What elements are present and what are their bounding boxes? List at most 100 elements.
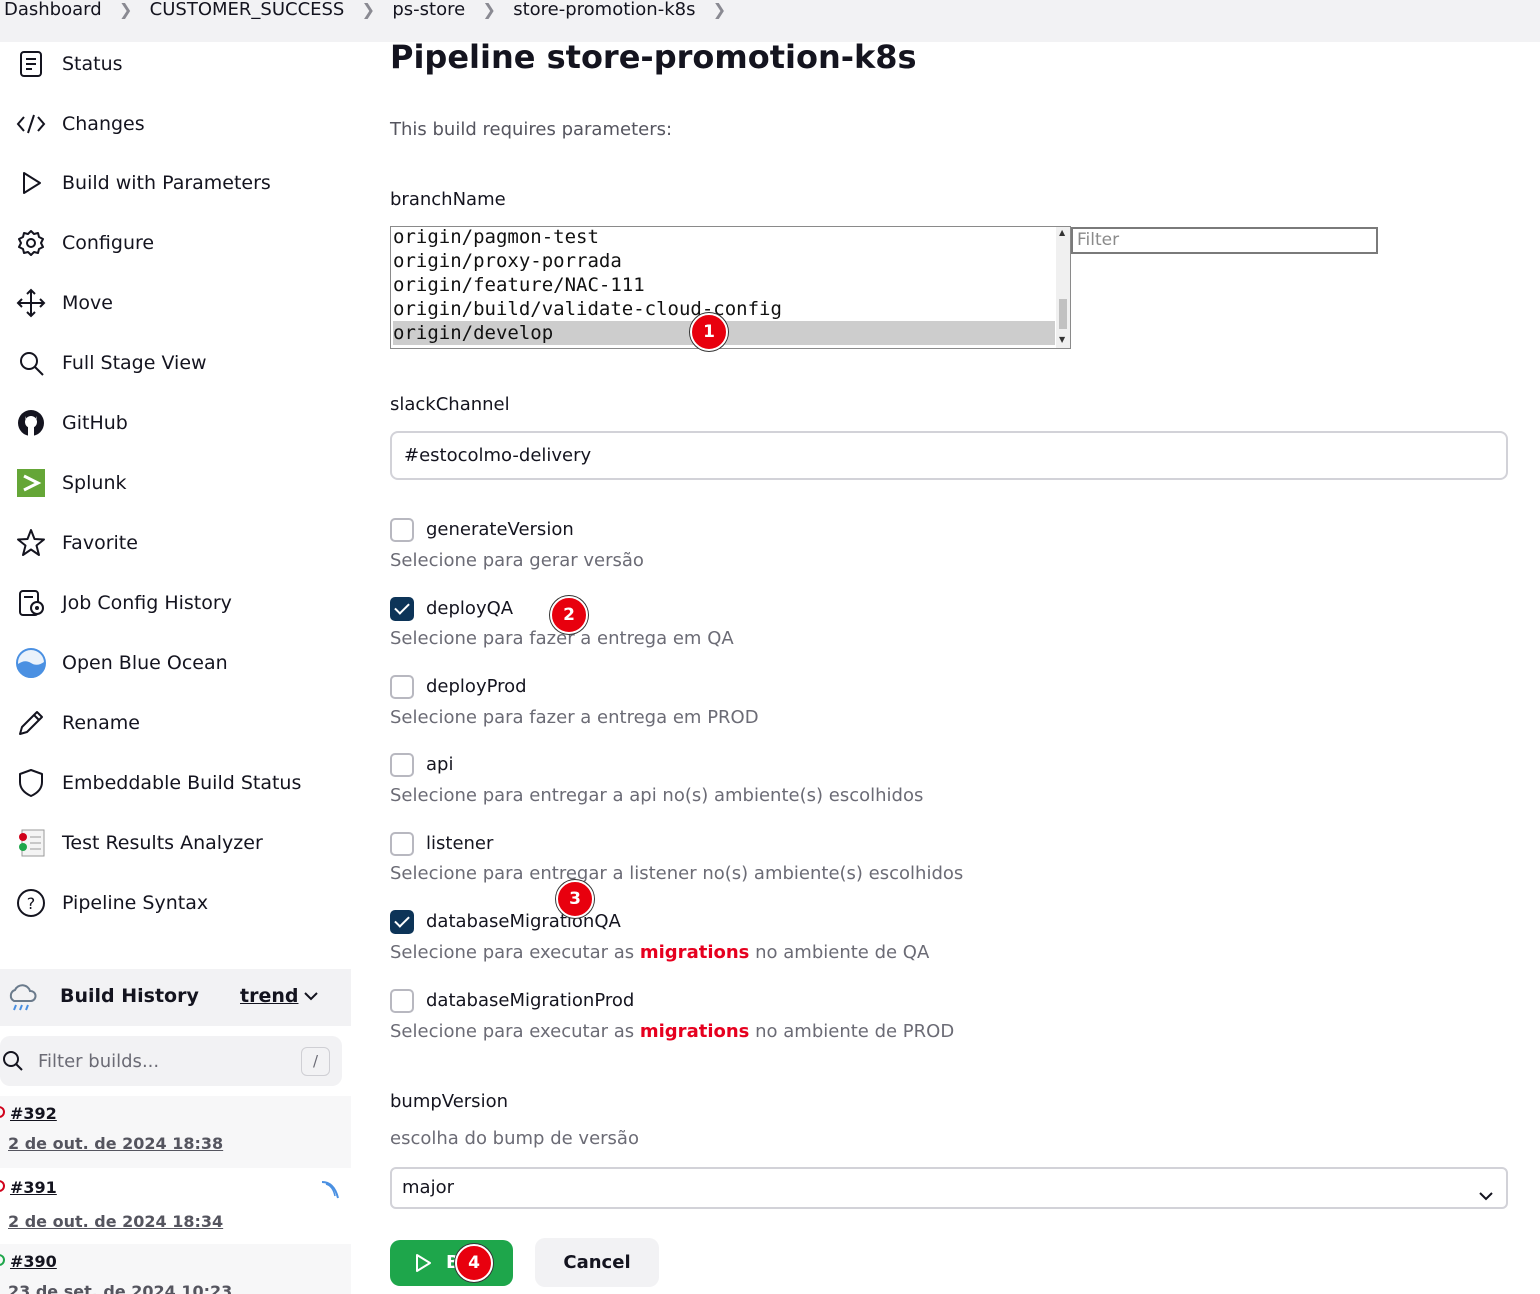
annotation-marker-1: 1 [690,313,728,351]
sidebar-item-label: Status [62,53,123,75]
search-icon [14,346,48,380]
move-icon [14,286,48,320]
cancel-button[interactable]: Cancel [535,1238,659,1287]
page-title: Pipeline store-promotion-k8s [390,38,917,76]
sidebar-item-changes[interactable]: Changes [0,102,352,146]
sidebar-item-open-blue-ocean[interactable]: Open Blue Ocean [0,641,352,685]
breadcrumb-ps-store[interactable]: ps-store [392,0,465,20]
checkbox[interactable] [390,675,414,699]
scroll-down-icon[interactable]: ▼ [1059,335,1065,344]
star-icon [14,526,48,560]
chevron-right-icon: ❯ [361,0,376,19]
branch-filter-input[interactable]: Filter [1071,227,1378,254]
build-button[interactable]: B [390,1240,513,1286]
bump-version-select[interactable]: major [390,1167,1508,1209]
build-date-link[interactable]: 2 de out. de 2024 18:38 [8,1134,223,1153]
branch-option[interactable]: origin/build/validate-cloud-config [393,297,1055,321]
build-number-link[interactable]: #392 [10,1104,57,1123]
build-row[interactable]: #392 2 de out. de 2024 18:38 [0,1096,351,1168]
build-filter-input[interactable]: Filter builds... / [0,1036,342,1086]
checkbox-listener[interactable]: listener [390,832,1390,858]
branch-listbox[interactable]: origin/pagmon-test origin/proxy-porrada … [390,226,1071,349]
build-date-link[interactable]: 2 de out. de 2024 18:34 [8,1212,223,1231]
sidebar-item-build-with-parameters[interactable]: Build with Parameters [0,161,352,205]
sidebar-item-test-results-analyzer[interactable]: Test Results Analyzer [0,821,352,865]
build-row[interactable]: #391 2 de out. de 2024 18:34 [0,1170,351,1242]
checkbox-generate-version[interactable]: generateVersion [390,518,1390,544]
keyboard-shortcut-badge: / [301,1047,330,1076]
annotation-marker-3: 3 [556,880,594,918]
checkbox-api[interactable]: api [390,753,1390,779]
pencil-icon [14,706,48,740]
failed-status-icon [0,1106,5,1118]
chevron-right-icon: ❯ [712,0,727,19]
form-footer: B Cancel [352,1219,1540,1294]
code-icon [14,107,48,141]
help-icon: ? [14,886,48,920]
checkbox-checked[interactable] [390,597,414,621]
sidebar-item-label: Rename [62,712,140,734]
failed-status-icon [0,1180,5,1192]
chevron-down-icon[interactable] [302,987,320,1009]
sidebar-item-full-stage-view[interactable]: Full Stage View [0,341,352,385]
checkbox-description: Selecione para executar as migrations no… [390,1021,954,1042]
sidebar-item-label: Changes [62,113,145,135]
branch-option[interactable]: origin/proxy-porrada [393,249,1055,273]
checkbox[interactable] [390,832,414,856]
sidebar-item-rename[interactable]: Rename [0,701,352,745]
breadcrumb-dashboard[interactable]: Dashboard [4,0,102,20]
console-icon[interactable] [320,1180,342,1204]
build-number-link[interactable]: #390 [10,1252,57,1271]
chevron-right-icon: ❯ [482,0,496,19]
sidebar-item-label: Full Stage View [62,352,207,374]
sidebar-item-label: GitHub [62,412,128,434]
sidebar-item-status[interactable]: Status [0,42,352,86]
checkbox-label: databaseMigrationProd [426,990,635,1011]
github-icon [14,406,48,440]
breadcrumb-customer-success[interactable]: CUSTOMER_SUCCESS [150,0,345,20]
branch-option[interactable]: origin/feature/NAC-111 [393,273,1055,297]
sidebar-item-label: Open Blue Ocean [62,652,228,674]
checkbox-checked[interactable] [390,910,414,934]
sidebar-item-splunk[interactable]: Splunk [0,461,352,505]
sidebar-item-label: Favorite [62,532,138,554]
scroll-thumb[interactable] [1059,299,1067,329]
checkbox-database-migration-prod[interactable]: databaseMigrationProd [390,989,1390,1015]
listbox-scrollbar[interactable]: ▲ ▼ [1056,227,1070,348]
sidebar-item-configure[interactable]: Configure [0,221,352,265]
slack-channel-input[interactable]: #estocolmo-delivery [390,431,1508,480]
breadcrumb-job[interactable]: store-promotion-k8s [513,0,695,20]
sidebar-item-favorite[interactable]: Favorite [0,521,352,565]
checkbox-database-migration-qa[interactable]: databaseMigrationQA [390,910,1390,936]
checkbox-label: generateVersion [426,519,574,540]
sidebar-item-label: Test Results Analyzer [62,832,263,854]
checkbox-label: api [426,754,454,775]
sidebar-item-embeddable-build-status[interactable]: Embeddable Build Status [0,761,352,805]
checkbox[interactable] [390,753,414,777]
bump-param-label: bumpVersion [390,1091,508,1112]
sidebar: Status Changes Build with Parameters Con… [0,42,352,1294]
build-date-link[interactable]: 23 de set. de 2024 10:23 [8,1282,232,1294]
select-value: major [402,1177,454,1198]
sidebar-item-job-config-history[interactable]: Job Config History [0,581,352,625]
checkbox[interactable] [390,518,414,542]
checkbox[interactable] [390,989,414,1013]
sidebar-item-label: Configure [62,232,155,254]
checkbox-description: Selecione para entregar a api no(s) ambi… [390,785,924,806]
build-row[interactable]: #390 23 de set. de 2024 10:23 [0,1244,351,1294]
sidebar-item-label: Move [62,292,113,314]
build-history-title: Build History [60,985,199,1007]
scroll-up-icon[interactable]: ▲ [1059,228,1065,237]
checkbox-deploy-qa[interactable]: deployQA [390,597,1390,623]
trend-link[interactable]: trend [240,985,298,1007]
desc-highlight: migrations [639,942,750,963]
sidebar-item-move[interactable]: Move [0,281,352,325]
branch-option[interactable]: origin/pagmon-test [393,227,1055,249]
success-status-icon [0,1254,5,1266]
test-results-icon [14,826,48,860]
build-history-header: Build History trend [0,969,351,1026]
checkbox-deploy-prod[interactable]: deployProd [390,675,1390,701]
build-number-link[interactable]: #391 [10,1178,57,1197]
sidebar-item-pipeline-syntax[interactable]: ? Pipeline Syntax [0,881,352,925]
sidebar-item-github[interactable]: GitHub [0,401,352,445]
